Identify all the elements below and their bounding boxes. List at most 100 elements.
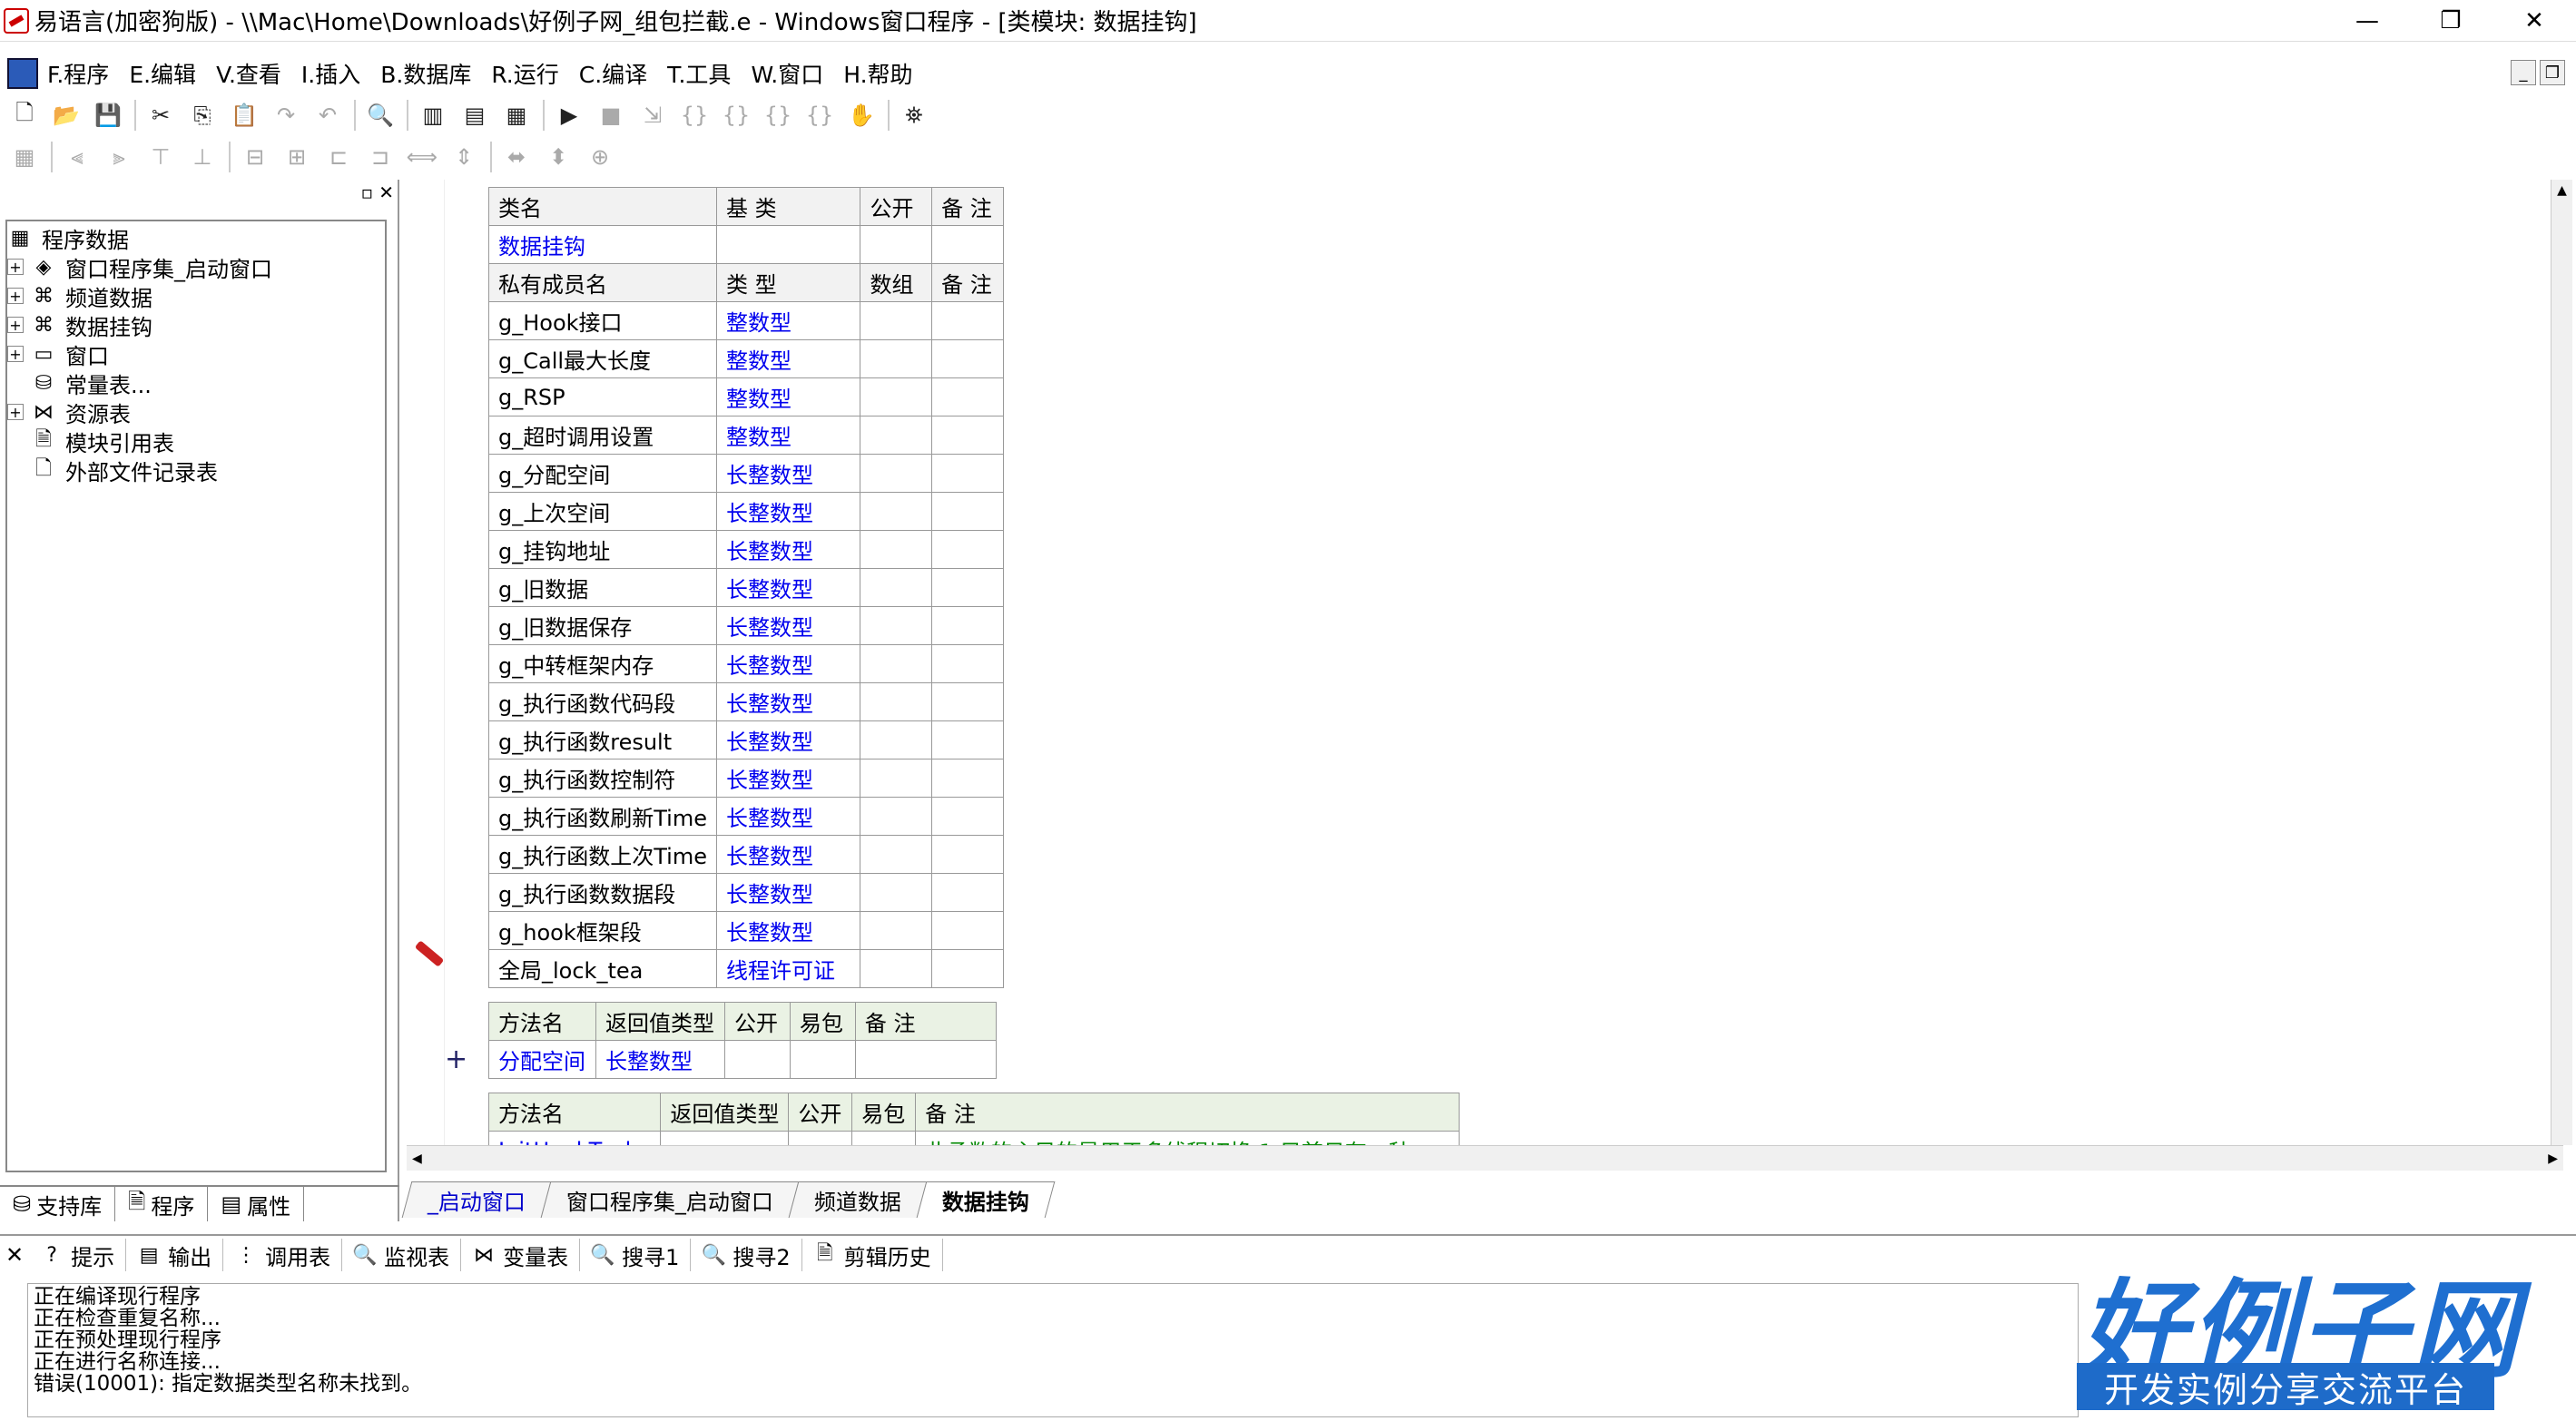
member-note-cell[interactable] xyxy=(931,454,1004,493)
menu-tools[interactable]: T.工具 xyxy=(667,57,731,90)
member-note-cell[interactable] xyxy=(931,873,1004,912)
same-height-icon[interactable]: ⊐ xyxy=(365,142,396,172)
tab-output[interactable]: ▤ 输出 xyxy=(126,1239,224,1271)
expand-icon[interactable]: + xyxy=(7,404,24,421)
public-cell[interactable] xyxy=(788,1131,853,1145)
member-name-cell[interactable]: 全局_lock_tea xyxy=(488,949,717,988)
member-note-cell[interactable] xyxy=(931,606,1004,645)
member-array-cell[interactable] xyxy=(860,416,933,455)
panel-close-icon[interactable]: ✕ xyxy=(379,181,394,203)
member-row[interactable]: 全局_lock_tea 线程许可证 xyxy=(488,949,1004,988)
menu-view[interactable]: V.查看 xyxy=(216,57,281,90)
member-note-cell[interactable] xyxy=(931,492,1004,531)
menu-compile[interactable]: C.编译 xyxy=(579,57,647,90)
member-array-cell[interactable] xyxy=(860,530,933,569)
member-row[interactable]: g_挂钩地址 长整数型 xyxy=(488,530,1004,569)
resize-width-icon[interactable]: ⬌ xyxy=(501,142,532,172)
member-name-cell[interactable]: g_执行函数数据段 xyxy=(488,873,717,912)
member-array-cell[interactable] xyxy=(860,873,933,912)
open-file-icon[interactable]: 📂 xyxy=(51,100,82,131)
member-note-cell[interactable] xyxy=(931,682,1004,721)
member-row[interactable]: g_超时调用设置 整数型 xyxy=(488,416,1004,455)
note-cell[interactable] xyxy=(931,225,1004,264)
member-type-cell[interactable]: 整数型 xyxy=(715,377,861,416)
member-note-cell[interactable] xyxy=(931,911,1004,950)
member-type-cell[interactable]: 长整数型 xyxy=(715,644,861,683)
member-row[interactable]: g_执行函数数据段 长整数型 xyxy=(488,873,1004,912)
member-row[interactable]: g_执行函数刷新Time 长整数型 xyxy=(488,797,1004,836)
member-name-cell[interactable]: g_执行函数result xyxy=(488,720,717,760)
method-name-cell[interactable]: InitHookTool xyxy=(488,1131,662,1145)
member-array-cell[interactable] xyxy=(860,568,933,607)
member-row[interactable]: g_上次空间 长整数型 xyxy=(488,492,1004,531)
layout3-icon[interactable]: ▦ xyxy=(501,100,532,131)
menu-help[interactable]: H.帮助 xyxy=(843,57,912,90)
member-name-cell[interactable]: g_上次空间 xyxy=(488,492,717,531)
member-name-cell[interactable]: g_分配空间 xyxy=(488,454,717,493)
member-array-cell[interactable] xyxy=(860,949,933,988)
tree-item[interactable]: 🗎 模块引用表 xyxy=(7,426,385,456)
note-cell[interactable] xyxy=(854,1040,998,1079)
easy-package-cell[interactable] xyxy=(851,1131,917,1145)
member-note-cell[interactable] xyxy=(931,416,1004,455)
return-type-cell[interactable] xyxy=(660,1131,790,1145)
member-name-cell[interactable]: g_中转框架内存 xyxy=(488,644,717,683)
member-array-cell[interactable] xyxy=(860,492,933,531)
expand-icon[interactable]: + xyxy=(7,288,24,305)
member-row[interactable]: g_执行函数代码段 长整数型 xyxy=(488,682,1004,721)
member-type-cell[interactable]: 长整数型 xyxy=(715,720,861,760)
member-note-cell[interactable] xyxy=(931,644,1004,683)
scroll-left-icon[interactable]: ◀ xyxy=(412,1152,422,1166)
menu-window[interactable]: W.窗口 xyxy=(751,57,823,90)
member-name-cell[interactable]: g_超时调用设置 xyxy=(488,416,717,455)
member-type-cell[interactable]: 长整数型 xyxy=(715,873,861,912)
member-row[interactable]: g_分配空间 长整数型 xyxy=(488,454,1004,493)
tab-program[interactable]: 🗎 程序 xyxy=(115,1187,209,1221)
tree-item[interactable]: + ⌘ 数据挂钩 xyxy=(7,310,385,340)
member-array-cell[interactable] xyxy=(860,911,933,950)
tree-root[interactable]: ▦ 程序数据 xyxy=(7,223,385,253)
member-name-cell[interactable]: g_执行函数刷新Time xyxy=(488,797,717,836)
save-icon[interactable]: 💾 xyxy=(93,100,123,131)
member-row[interactable]: g_执行函数上次Time 长整数型 xyxy=(488,835,1004,874)
tree-item[interactable]: + ⋈ 资源表 xyxy=(7,397,385,427)
member-name-cell[interactable]: g_hook框架段 xyxy=(488,911,717,950)
tab-hint[interactable]: ? 提示 xyxy=(29,1239,127,1271)
tree-item[interactable]: + ▭ 窗口 xyxy=(7,339,385,369)
member-array-cell[interactable] xyxy=(860,835,933,874)
tree-item[interactable]: 🗋 外部文件记录表 xyxy=(7,456,385,485)
member-type-cell[interactable]: 长整数型 xyxy=(715,682,861,721)
member-row[interactable]: g_旧数据 长整数型 xyxy=(488,568,1004,607)
menu-insert[interactable]: I.插入 xyxy=(301,57,360,90)
step-out-icon[interactable]: {} xyxy=(762,100,793,131)
member-row[interactable]: g_执行函数result 长整数型 xyxy=(488,720,1004,760)
member-array-cell[interactable] xyxy=(860,339,933,378)
member-row[interactable]: g_旧数据保存 长整数型 xyxy=(488,606,1004,645)
tab-call-table[interactable]: ⋮ 调用表 xyxy=(223,1239,343,1271)
panel-close-button[interactable]: ✕ xyxy=(0,1239,29,1271)
close-button[interactable]: ✕ xyxy=(2492,0,2576,42)
expand-method-icon[interactable]: + xyxy=(445,1044,467,1075)
menu-edit[interactable]: E.编辑 xyxy=(129,57,196,90)
member-note-cell[interactable] xyxy=(931,339,1004,378)
member-name-cell[interactable]: g_执行函数控制符 xyxy=(488,759,717,798)
member-note-cell[interactable] xyxy=(931,759,1004,798)
step-into-icon[interactable]: {} xyxy=(679,100,710,131)
minimize-button[interactable]: — xyxy=(2325,0,2409,42)
member-row[interactable]: g_执行函数控制符 长整数型 xyxy=(488,759,1004,798)
member-type-cell[interactable]: 长整数型 xyxy=(715,492,861,531)
member-note-cell[interactable] xyxy=(931,797,1004,836)
member-array-cell[interactable] xyxy=(860,720,933,760)
run-to-cursor-icon[interactable]: {} xyxy=(804,100,835,131)
tab-clip-history[interactable]: 🗎 剪辑历史 xyxy=(802,1239,943,1271)
member-array-cell[interactable] xyxy=(860,644,933,683)
member-name-cell[interactable]: g_Call最大长度 xyxy=(488,339,717,378)
member-name-cell[interactable]: g_执行函数上次Time xyxy=(488,835,717,874)
tab-support-library[interactable]: ⛁ 支持库 xyxy=(0,1187,116,1221)
code-editor[interactable]: ▲ 类名 基 类 公开 备 注 数据挂钩 私有成员名 类 型 数组 备 注 g_… xyxy=(407,180,2572,1145)
note-cell[interactable]: 此函数的主目的是用于多线程切换 1 只首日有一种 xyxy=(915,1131,1460,1145)
tab-properties[interactable]: ▤ 属性 xyxy=(208,1187,305,1221)
member-type-cell[interactable]: 整数型 xyxy=(715,416,861,455)
scroll-right-icon[interactable]: ▶ xyxy=(2548,1152,2558,1166)
menu-program[interactable]: F.程序 xyxy=(47,57,109,90)
